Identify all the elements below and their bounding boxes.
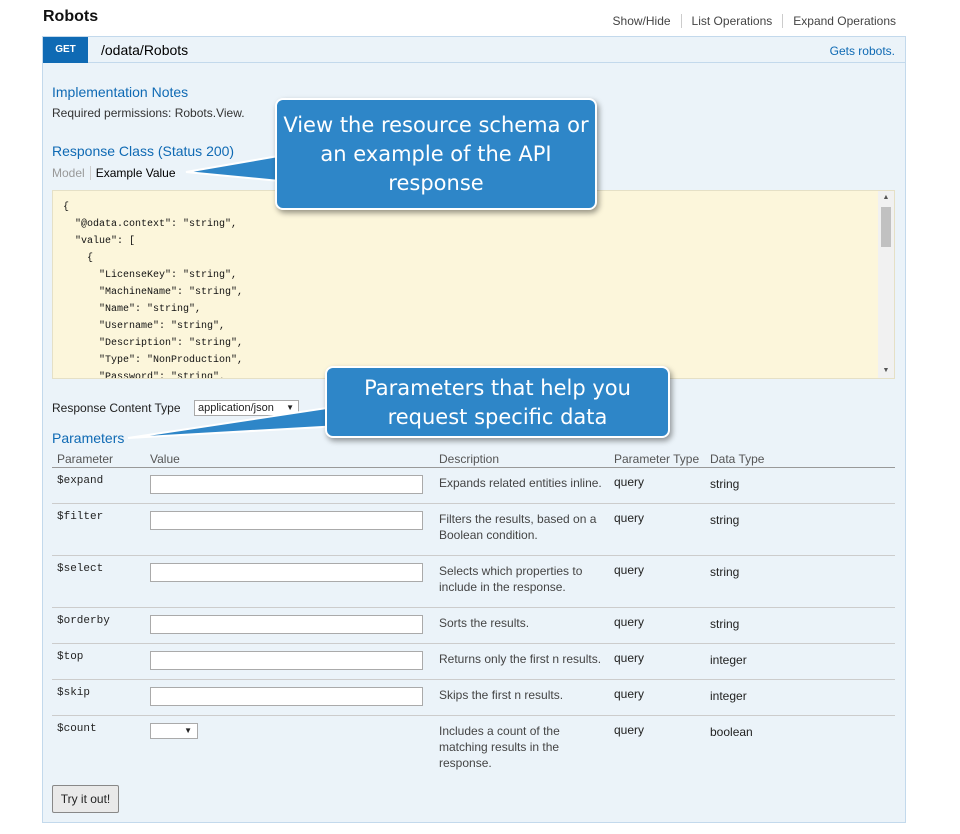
- param-description: Filters the results, based on a Boolean …: [439, 512, 597, 542]
- data-type: integer: [710, 653, 747, 667]
- example-json-code: { "@odata.context": "string", "value": […: [63, 202, 244, 379]
- data-type: string: [710, 565, 740, 579]
- skip-input[interactable]: [150, 687, 423, 706]
- code-scrollbar[interactable]: ▲ ▼: [878, 191, 894, 378]
- select-input[interactable]: [150, 563, 423, 582]
- param-description: Includes a count of the matching results…: [439, 724, 560, 770]
- orderby-input[interactable]: [150, 615, 423, 634]
- param-name: $count: [57, 723, 97, 735]
- param-row-filter: $filter Filters the results, based on a …: [52, 504, 895, 556]
- implementation-notes-text: Required permissions: Robots.View.: [52, 106, 245, 120]
- expand-input[interactable]: [150, 475, 423, 494]
- example-value-box[interactable]: { "@odata.context": "string", "value": […: [52, 190, 895, 379]
- data-type: string: [710, 617, 740, 631]
- resource-actions: Show/Hide List Operations Expand Operati…: [613, 14, 896, 28]
- param-row-orderby: $orderby Sorts the results. query string: [52, 608, 895, 644]
- schema-callout: View the resource schema or an example o…: [275, 98, 597, 210]
- show-hide-link[interactable]: Show/Hide: [613, 14, 681, 28]
- param-type: query: [614, 723, 645, 737]
- column-data-type: Data Type: [710, 452, 765, 466]
- example-value-tab[interactable]: Example Value: [91, 166, 176, 180]
- data-type: integer: [710, 689, 747, 703]
- parameters-table-header: Parameter Value Description Parameter Ty…: [52, 451, 895, 468]
- column-parameter-type: Parameter Type: [614, 452, 700, 466]
- param-row-count: $count ▼ Includes a count of the matchin…: [52, 716, 895, 774]
- column-value: Value: [150, 452, 180, 466]
- param-row-select: $select Selects which properties to incl…: [52, 556, 895, 608]
- operation-summary[interactable]: Gets robots.: [830, 44, 895, 58]
- filter-input[interactable]: [150, 511, 423, 530]
- http-method-badge[interactable]: GET: [43, 37, 88, 63]
- count-select[interactable]: ▼: [150, 723, 198, 739]
- param-type: query: [614, 475, 645, 489]
- param-row-skip: $skip Skips the first n results. query i…: [52, 680, 895, 716]
- dropdown-arrow-icon: ▼: [184, 726, 192, 735]
- param-name: $top: [57, 651, 84, 663]
- param-name: $skip: [57, 687, 91, 699]
- dropdown-arrow-icon: ▼: [286, 403, 294, 412]
- param-type: query: [614, 511, 645, 525]
- response-class-tabs: Model Example Value: [52, 166, 176, 180]
- param-type: query: [614, 563, 645, 577]
- param-description: Expands related entities inline.: [439, 476, 602, 490]
- scroll-down-arrow-icon[interactable]: ▼: [878, 364, 894, 378]
- param-type: query: [614, 615, 645, 629]
- params-callout-text: Parameters that help you request specifi…: [364, 376, 631, 429]
- scroll-up-arrow-icon[interactable]: ▲: [878, 191, 894, 205]
- param-name: $expand: [57, 475, 104, 487]
- content-type-value: application/json: [198, 402, 274, 414]
- operation-header[interactable]: GET /odata/Robots Gets robots.: [43, 37, 905, 63]
- param-name: $filter: [57, 511, 104, 523]
- model-tab[interactable]: Model: [52, 166, 91, 180]
- endpoint-path[interactable]: /odata/Robots: [101, 42, 188, 58]
- param-description: Skips the first n results.: [439, 688, 564, 702]
- data-type: string: [710, 477, 740, 491]
- response-content-type-label: Response Content Type: [52, 401, 181, 415]
- param-name: $orderby: [57, 615, 110, 627]
- param-type: query: [614, 651, 645, 665]
- response-class-heading: Response Class (Status 200): [52, 143, 235, 159]
- list-operations-link[interactable]: List Operations: [680, 14, 783, 28]
- data-type: boolean: [710, 725, 753, 739]
- data-type: string: [710, 513, 740, 527]
- resource-title: Robots: [43, 8, 99, 25]
- scroll-thumb[interactable]: [881, 207, 891, 247]
- param-description: Returns only the first n results.: [439, 652, 602, 666]
- param-description: Selects which properties to include in t…: [439, 564, 583, 594]
- param-name: $select: [57, 563, 104, 575]
- param-row-expand: $expand Expands related entities inline.…: [52, 468, 895, 504]
- implementation-notes-heading: Implementation Notes: [52, 84, 189, 100]
- parameters-heading: Parameters: [52, 430, 125, 446]
- expand-operations-link[interactable]: Expand Operations: [782, 14, 896, 28]
- param-description: Sorts the results.: [439, 616, 530, 630]
- top-input[interactable]: [150, 651, 423, 670]
- param-row-top: $top Returns only the first n results. q…: [52, 644, 895, 680]
- param-type: query: [614, 687, 645, 701]
- column-parameter: Parameter: [57, 452, 114, 466]
- column-description: Description: [439, 452, 500, 466]
- try-it-out-button[interactable]: Try it out!: [52, 785, 119, 813]
- response-content-type-select[interactable]: application/json ▼: [194, 400, 299, 416]
- params-callout: Parameters that help you request specifi…: [325, 366, 670, 438]
- parameters-table: Parameter Value Description Parameter Ty…: [52, 451, 895, 774]
- schema-callout-text: View the resource schema or an example o…: [283, 113, 589, 195]
